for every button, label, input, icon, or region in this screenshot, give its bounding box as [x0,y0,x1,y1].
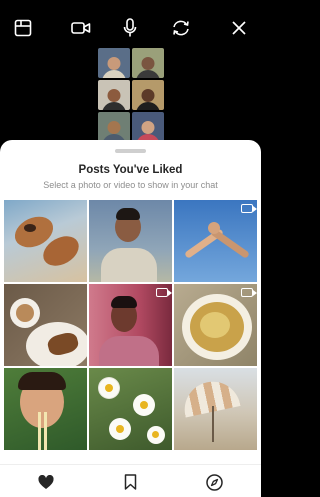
participant-tile [132,48,164,78]
photo-hands-sky[interactable] [174,200,257,282]
sheet-tab-bar [0,464,261,497]
switch-camera-icon[interactable] [170,17,192,39]
participant-tile [98,48,130,78]
close-icon[interactable] [228,17,250,39]
compass-icon[interactable] [204,472,224,492]
sheet-subtitle: Select a photo or video to show in your … [43,180,218,190]
bookmark-icon[interactable] [120,472,140,492]
posts-liked-sheet: Posts You've Liked Select a photo or vid… [0,140,261,497]
photo-person-eating-noodles[interactable] [4,368,87,450]
video-camera-icon[interactable] [70,17,92,39]
video-call-participants [98,48,164,144]
participant-tile [132,80,164,110]
participant-tile [98,112,130,142]
video-badge-icon [241,288,257,297]
photo-soup-bowl[interactable] [174,284,257,366]
microphone-icon[interactable] [119,17,141,39]
participant-tile [98,80,130,110]
photo-beach-umbrella[interactable] [174,368,257,450]
photo-dogs[interactable] [4,200,87,282]
photo-grid [4,200,257,450]
gallery-icon[interactable] [12,17,34,39]
heart-icon[interactable] [36,472,56,492]
video-badge-icon [241,204,257,213]
sheet-title: Posts You've Liked [78,164,183,176]
participant-tile [132,112,164,142]
video-badge-icon [156,288,172,297]
photo-man-portrait[interactable] [89,200,172,282]
photo-man-pink-light[interactable] [89,284,172,366]
sheet-drag-handle[interactable] [115,149,146,153]
photo-coffee-cookie[interactable] [4,284,87,366]
photo-daisies[interactable] [89,368,172,450]
